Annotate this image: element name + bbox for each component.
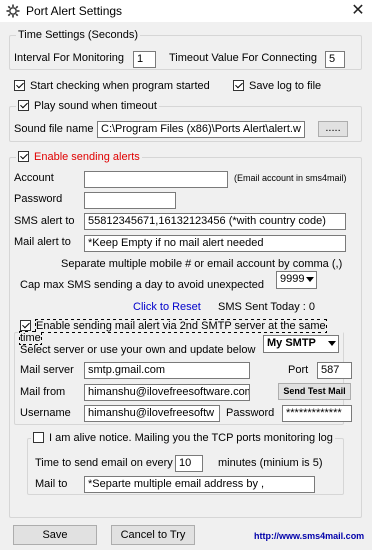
timeout-input[interactable]: 5 [325, 51, 345, 68]
interval-label: Interval For Monitoring [14, 52, 125, 64]
cap-select[interactable]: 9999 [276, 271, 317, 289]
mail-server-label: Mail server [20, 364, 74, 376]
mail-alert-input[interactable]: *Keep Empty if no mail alert needed [84, 235, 346, 252]
smtp-password-label: Password [226, 407, 275, 419]
sound-checkbox[interactable] [18, 100, 29, 111]
alive-legend[interactable]: I am alive notice. Mailing you the TCP p… [31, 432, 335, 444]
sound-file-label: Sound file name [14, 123, 94, 135]
sound-file-input[interactable]: C:\Program Files (x86)\Ports Alert\alert… [97, 121, 305, 138]
window-title: Port Alert Settings [26, 4, 123, 18]
start-checking-check[interactable] [14, 80, 25, 91]
sound-legend[interactable]: Play sound when timeout [16, 100, 159, 112]
server-select-value: My SMTP [267, 337, 316, 349]
sound-legend-label: Play sound when timeout [34, 100, 157, 112]
alive-time-label: Time to send email on every [35, 457, 173, 469]
website-link[interactable]: http://www.sms4mail.com [254, 531, 364, 541]
alive-mail-to-label: Mail to [35, 478, 68, 490]
account-input[interactable] [84, 171, 228, 188]
gear-icon [6, 4, 20, 18]
save-log-checkbox[interactable]: Save log to file [233, 80, 321, 92]
chevron-down-icon [306, 277, 314, 282]
save-button[interactable]: Save [13, 525, 97, 545]
cap-label: Cap max SMS sending a day to avoid unexp… [20, 279, 264, 291]
sms-alert-label: SMS alert to [14, 215, 75, 227]
username-input[interactable]: himanshu@ilovefreesoftw [84, 405, 220, 422]
port-label: Port [288, 364, 309, 376]
send-test-mail-button[interactable]: Send Test Mail [278, 383, 351, 400]
select-server-label: Select server or use your own and update… [20, 344, 256, 356]
server-select[interactable]: My SMTP [263, 335, 339, 353]
smtp-password-input[interactable]: ************* [282, 405, 352, 422]
mail-from-label: Mail from [20, 386, 66, 398]
timeout-label: Timeout Value For Connecting [169, 52, 317, 64]
alerts-checkbox[interactable] [18, 151, 29, 162]
password-input[interactable] [84, 192, 176, 209]
cap-select-value: 9999 [280, 273, 305, 285]
smtp-checkbox[interactable] [20, 320, 31, 331]
chevron-down-icon [328, 341, 336, 346]
alerts-legend[interactable]: Enable sending alerts [16, 151, 142, 163]
start-checking-label: Start checking when program started [30, 80, 210, 92]
browse-button[interactable]: ..... [318, 121, 348, 137]
alive-mail-to-input[interactable]: *Separte multiple email address by , [84, 476, 315, 493]
username-label: Username [20, 407, 71, 419]
reset-link[interactable]: Click to Reset [133, 301, 201, 313]
close-button[interactable]: ✕ [345, 1, 371, 21]
save-log-check[interactable] [233, 80, 244, 91]
cancel-button[interactable]: Cancel to Try [111, 525, 195, 545]
alerts-legend-label: Enable sending alerts [34, 151, 140, 163]
start-checking-checkbox[interactable]: Start checking when program started [14, 80, 210, 92]
alive-legend-label: I am alive notice. Mailing you the TCP p… [49, 432, 333, 444]
port-input[interactable]: 587 [317, 362, 352, 379]
alive-checkbox[interactable] [33, 432, 44, 443]
mail-server-input[interactable]: smtp.gmail.com [84, 362, 250, 379]
separate-note: Separate multiple mobile # or email acco… [61, 258, 343, 270]
account-label: Account [14, 172, 54, 184]
interval-input[interactable]: 1 [133, 51, 156, 68]
sms-sent-today: SMS Sent Today : 0 [218, 301, 316, 313]
account-hint: (Email account in sms4mail) [234, 173, 347, 183]
time-settings-legend: Time Settings (Seconds) [18, 29, 139, 41]
alive-minutes-label: minutes (minium is 5) [218, 457, 323, 469]
alive-time-input[interactable]: 10 [175, 455, 203, 472]
sms-alert-input[interactable]: 55812345671,16132123456 (*with country c… [84, 213, 346, 230]
save-log-label: Save log to file [249, 80, 322, 92]
mail-alert-label: Mail alert to [14, 236, 71, 248]
mail-from-input[interactable]: himanshu@ilovefreesoftware.com [84, 384, 250, 401]
password-label: Password [14, 193, 63, 205]
title-bar: Port Alert Settings ✕ [0, 0, 372, 22]
